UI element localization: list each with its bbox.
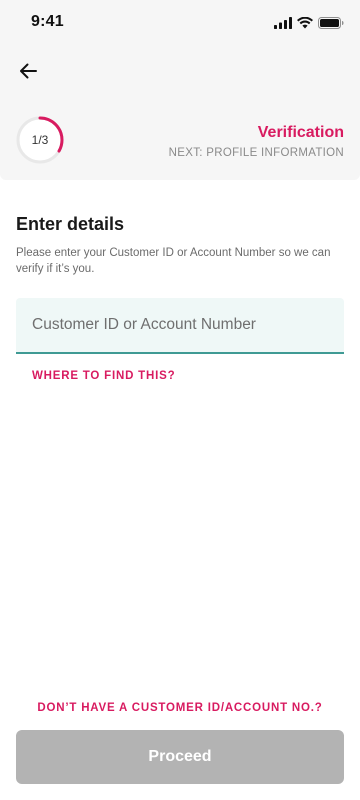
customer-id-field[interactable] xyxy=(16,298,344,354)
step-title: Verification xyxy=(257,124,344,141)
signal-icon xyxy=(274,16,292,34)
wifi-icon xyxy=(297,16,313,34)
where-to-find-link[interactable]: WHERE TO FIND THIS? xyxy=(32,370,175,382)
customer-id-input[interactable] xyxy=(16,298,344,352)
progress-label: 1/3 xyxy=(31,133,49,147)
status-icons xyxy=(274,16,344,34)
back-button[interactable] xyxy=(12,57,44,89)
no-customer-id-link[interactable]: DON’T HAVE A CUSTOMER ID/ACCOUNT NO.? xyxy=(0,702,360,714)
next-step-label: NEXT: PROFILE INFORMATION xyxy=(168,147,344,159)
page-title: Enter details xyxy=(16,214,125,234)
page-description: Please enter your Customer ID or Account… xyxy=(16,247,331,275)
battery-icon xyxy=(318,16,344,34)
proceed-button[interactable]: Proceed xyxy=(16,730,344,784)
progress-ring: 1/3 xyxy=(16,116,64,164)
arrow-left-icon xyxy=(18,61,38,86)
status-time: 9:41 xyxy=(31,13,64,30)
header: 9:41 1/3 Verification NEXT: PROFILE INFO… xyxy=(0,0,360,180)
status-bar: 9:41 xyxy=(0,0,360,44)
